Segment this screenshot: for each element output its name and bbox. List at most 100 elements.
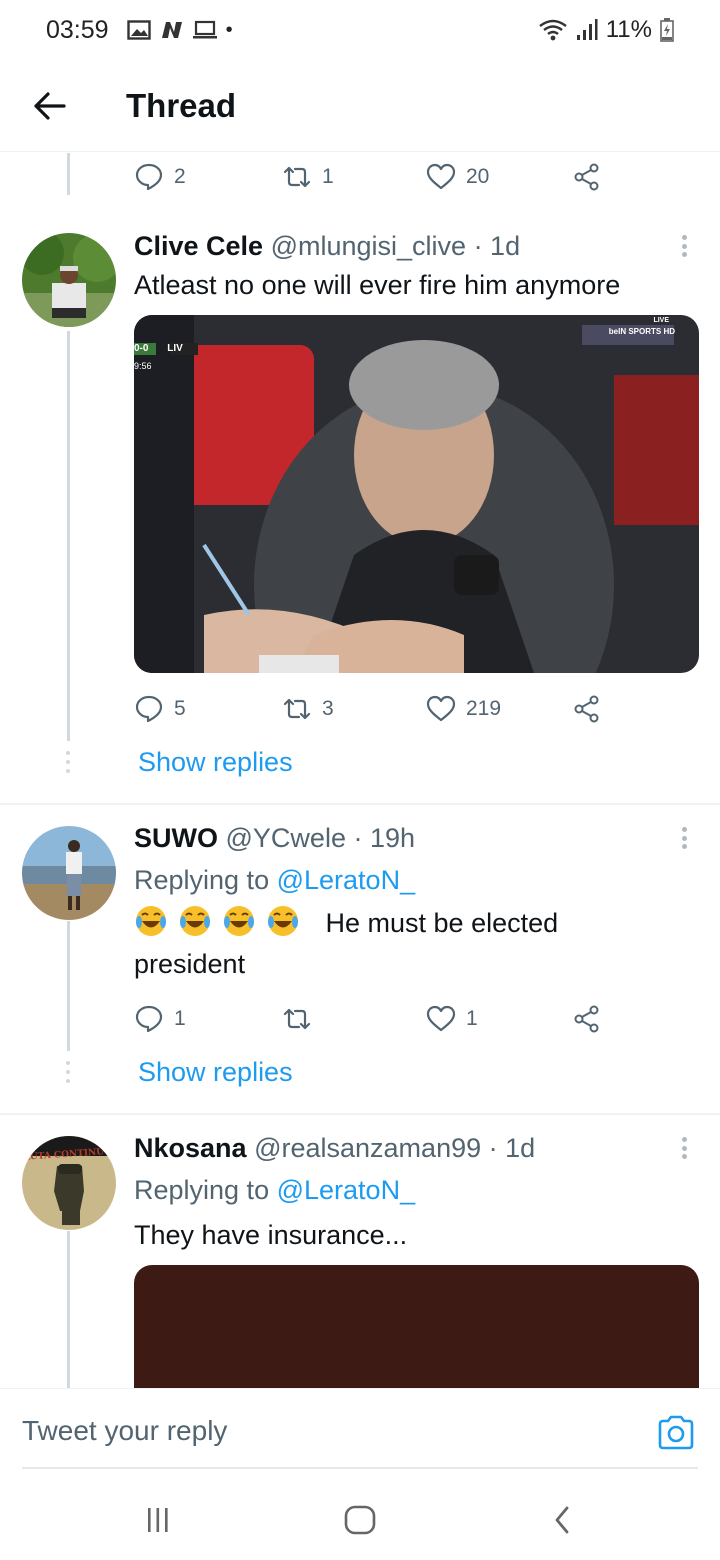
replying-label: Replying to: [134, 1175, 270, 1205]
display-name[interactable]: Nkosana: [134, 1133, 247, 1163]
reply-button[interactable]: 2: [134, 162, 186, 192]
share-button[interactable]: [572, 162, 602, 192]
reply-icon: [135, 163, 163, 191]
display-name[interactable]: SUWO: [134, 823, 218, 853]
team-text: LIV: [167, 343, 183, 354]
retweet-icon: [283, 1008, 311, 1030]
tweet-media[interactable]: [134, 1265, 699, 1388]
tweet-text-line2: president: [134, 949, 246, 979]
tweet-header: SUWO @YCwele · 19h: [134, 821, 415, 855]
score-overlay: 0-0 LIV: [134, 343, 183, 354]
retweet-button[interactable]: 3: [282, 694, 334, 724]
show-replies-link[interactable]: Show replies: [138, 1057, 293, 1088]
camera-button[interactable]: [656, 1413, 696, 1453]
camera-icon: [658, 1415, 694, 1450]
n-app-icon: [161, 22, 182, 38]
gallery-icon: [126, 20, 151, 40]
thread-line: [67, 921, 70, 1051]
avatar[interactable]: LUTA CONTINU: [22, 1136, 116, 1230]
tweet-header: Nkosana @realsanzaman99 · 1d: [134, 1131, 535, 1165]
home-icon: [344, 1505, 376, 1535]
share-button[interactable]: [572, 694, 602, 724]
laughing-emoji-icon: [180, 906, 210, 936]
signal-icon: [576, 19, 598, 40]
reply-count: 1: [174, 1007, 186, 1030]
share-icon: [574, 163, 599, 191]
reply-count: 5: [174, 697, 186, 720]
tweet-text: Atleast no one will ever fire him anymor…: [134, 270, 621, 300]
notification-icons: •: [126, 18, 233, 42]
replying-to: Replying to @LeratoN_: [134, 1175, 415, 1206]
divider: [0, 1113, 720, 1115]
back-nav-button[interactable]: [542, 1504, 582, 1536]
avatar-image: [22, 233, 116, 327]
thread-line: [67, 331, 70, 741]
avatar[interactable]: [22, 233, 116, 327]
mention-link[interactable]: @LeratoN_: [277, 1175, 415, 1205]
share-button[interactable]: [572, 1004, 602, 1034]
like-count: 219: [466, 697, 502, 720]
tweet-header: Clive Cele @mlungisi_clive · 1d: [134, 229, 520, 263]
status-left: 03:59 •: [46, 16, 233, 45]
mention-link[interactable]: @LeratoN_: [277, 865, 415, 895]
tweet-actions: 2 1 20: [134, 157, 604, 197]
more-options-button[interactable]: [674, 1133, 694, 1163]
wifi-icon: [539, 19, 567, 41]
divider: [0, 803, 720, 805]
thread-dots: [66, 751, 71, 773]
show-replies-link[interactable]: Show replies: [138, 747, 293, 778]
more-options-button[interactable]: [674, 231, 694, 261]
like-button[interactable]: 219: [426, 694, 501, 724]
retweet-button[interactable]: 1: [282, 162, 334, 192]
avatar-image: [22, 826, 116, 920]
reply-button[interactable]: 5: [134, 694, 186, 724]
thread-list[interactable]: 2 1 20 Clive Cele @mlungisi_clive · 1d A…: [0, 153, 720, 1388]
laughing-emoji-icon: [136, 906, 166, 936]
tweet-text-line1: He must be elected: [325, 908, 559, 938]
media-image: [134, 315, 699, 673]
like-button[interactable]: 1: [426, 1004, 478, 1034]
share-icon: [574, 695, 599, 723]
thread-line: [67, 1231, 70, 1388]
tweet-media[interactable]: 0-0 LIV 9:56 beIN SPORTS HD LIVE: [134, 315, 699, 673]
reply-icon: [135, 695, 163, 723]
recents-icon: [148, 1508, 168, 1532]
status-dot: •: [225, 18, 233, 41]
retweet-button[interactable]: [282, 1004, 322, 1034]
back-arrow-icon: [34, 91, 66, 120]
channel-text: beIN SPORTS HD: [608, 327, 675, 336]
reply-button[interactable]: 1: [134, 1004, 186, 1034]
thread-line: [67, 153, 70, 195]
tweet-text: They have insurance...: [134, 1220, 408, 1250]
home-button[interactable]: [340, 1504, 380, 1536]
replying-to: Replying to @LeratoN_: [134, 865, 415, 896]
reply-icon: [135, 1005, 163, 1033]
status-bar: 03:59 • 11%: [0, 0, 720, 60]
status-time: 03:59: [46, 15, 109, 44]
thread-header: Thread: [0, 60, 720, 152]
battery-percent: 11%: [605, 16, 652, 43]
retweet-icon: [283, 166, 311, 188]
thread-dots: [66, 1061, 71, 1083]
clock-text: 9:56: [134, 361, 152, 371]
more-options-button[interactable]: [674, 823, 694, 853]
avatar[interactable]: [22, 826, 116, 920]
laughing-emoji-icon: [224, 906, 254, 936]
channel-tag: beIN SPORTS HD: [609, 327, 675, 336]
like-icon: [426, 163, 456, 190]
display-name[interactable]: Clive Cele: [134, 231, 263, 261]
reply-count: 2: [174, 165, 186, 188]
back-button[interactable]: [20, 76, 80, 136]
like-icon: [426, 695, 456, 722]
laughing-emoji-icon: [268, 906, 298, 936]
reply-input[interactable]: Tweet your reply: [22, 1415, 227, 1447]
share-icon: [574, 1005, 599, 1033]
battery-charging-icon: [660, 18, 674, 42]
retweet-count: 3: [322, 697, 334, 720]
recents-button[interactable]: [138, 1504, 178, 1536]
score-text: 0-0: [134, 343, 149, 354]
like-button[interactable]: 20: [426, 162, 489, 192]
reply-composer: Tweet your reply: [0, 1388, 720, 1476]
back-nav-icon: [555, 1506, 569, 1534]
like-count: 20: [466, 165, 490, 188]
